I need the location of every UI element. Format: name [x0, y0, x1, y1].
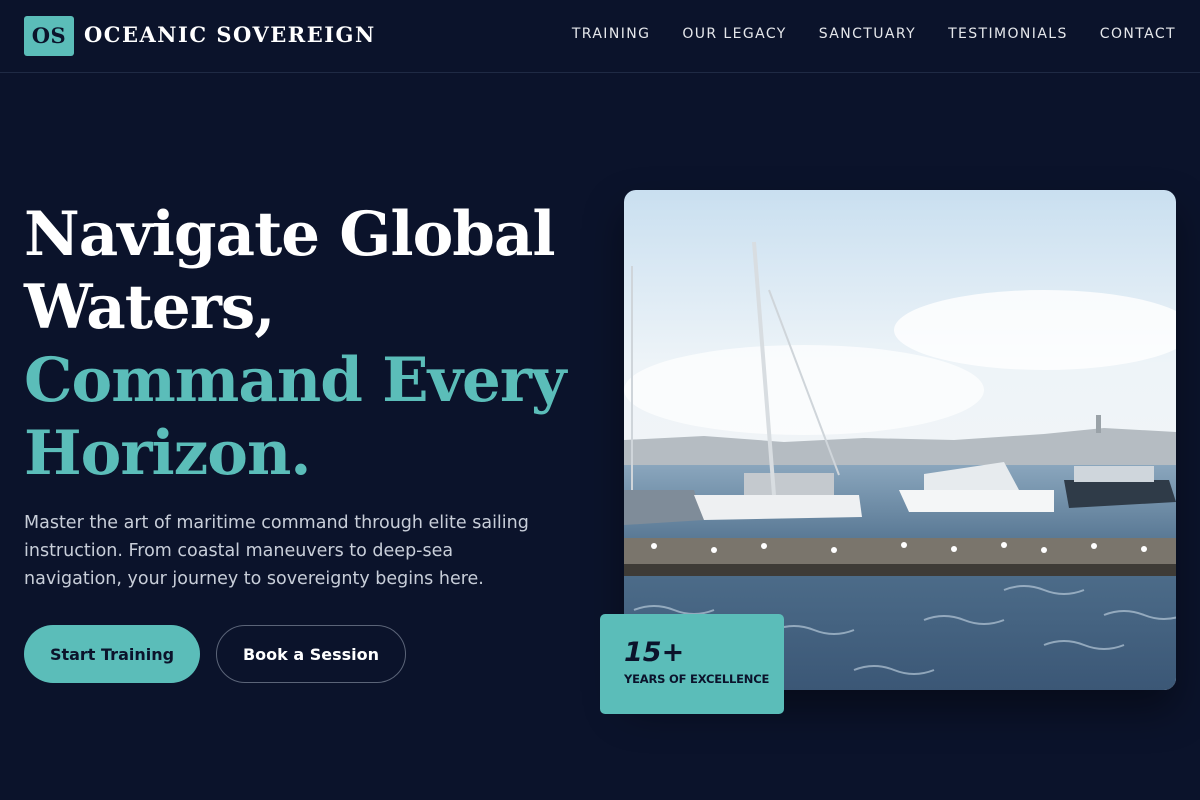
experience-label: YEARS OF EXCELLENCE	[624, 672, 770, 686]
nav-item-our-legacy[interactable]: OUR LEGACY	[682, 26, 786, 42]
hero-title-line-4: Horizon.	[24, 418, 312, 489]
logo-mark[interactable]: OS	[24, 16, 74, 56]
site-header: OS OCEANIC SOVEREIGN TRAINING OUR LEGACY…	[0, 0, 1200, 73]
start-training-button[interactable]: Start Training	[24, 625, 200, 683]
nav-item-testimonials[interactable]: TESTIMONIALS	[948, 26, 1068, 42]
book-session-button[interactable]: Book a Session	[216, 625, 406, 683]
hero-title-line-3: Command Every	[24, 345, 566, 416]
brand-name[interactable]: OCEANIC SOVEREIGN	[84, 22, 376, 47]
hero-title-line-2: Waters,	[24, 272, 275, 343]
nav-item-contact[interactable]: CONTACT	[1100, 26, 1176, 42]
hero-description: Master the art of maritime command throu…	[24, 513, 529, 589]
experience-number: 15+	[624, 637, 685, 668]
nav-item-training[interactable]: TRAINING	[572, 26, 651, 42]
main-nav: TRAINING OUR LEGACY SANCTUARY TESTIMONIA…	[572, 26, 1176, 42]
experience-badge: 15+ YEARS OF EXCELLENCE	[600, 614, 784, 714]
hero-title: Navigate Global Waters, Command Every Ho…	[24, 198, 604, 490]
nav-item-sanctuary[interactable]: SANCTUARY	[819, 26, 916, 42]
hero-title-line-1: Navigate Global	[24, 199, 556, 270]
